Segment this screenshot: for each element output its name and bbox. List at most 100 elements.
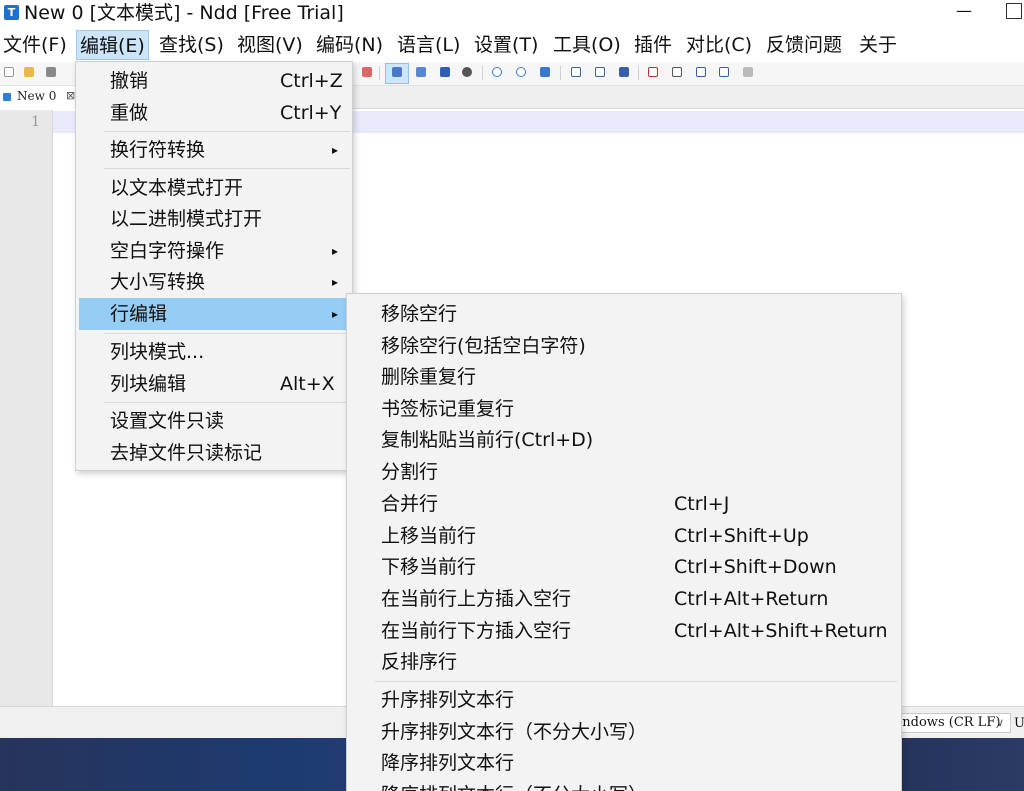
menu-item-label: 换行符转换 xyxy=(110,139,206,161)
menu-item-undo[interactable]: 撤销 Ctrl+Z xyxy=(76,65,352,97)
menu-settings[interactable]: 设置(T) xyxy=(471,30,541,60)
menu-item-remove-empty-lines[interactable]: 移除空行 xyxy=(347,298,901,330)
menu-item-duplicate-line[interactable]: 复制粘贴当前行(Ctrl+D) xyxy=(347,424,901,456)
menu-item-sort-desc[interactable]: 降序排列文本行 xyxy=(347,747,901,779)
menu-item-set-readonly[interactable]: 设置文件只读 xyxy=(76,405,352,437)
menu-item-label: 下移当前行 xyxy=(381,556,477,578)
split-view-icon[interactable] xyxy=(595,67,605,77)
menu-item-case-convert[interactable]: 大小写转换 ▸ xyxy=(76,266,352,298)
maximize-button[interactable] xyxy=(1006,3,1022,19)
menu-item-column-edit[interactable]: 列块编辑 Alt+X xyxy=(76,368,352,400)
menu-feedback[interactable]: 反馈问题 xyxy=(763,30,845,60)
menu-item-sort-desc-ci[interactable]: 降序排列文本行（不分大小写） xyxy=(347,779,901,791)
menu-item-label: 降序排列文本行（不分大小写） xyxy=(381,779,647,791)
line-edit-submenu: 移除空行 移除空行(包括空白字符) 删除重复行 书签标记重复行 复制粘贴当前行(… xyxy=(346,293,902,791)
submenu-arrow-icon: ▸ xyxy=(332,275,339,289)
open-folder-icon[interactable] xyxy=(24,67,34,77)
menu-item-label: 大小写转换 xyxy=(110,271,206,293)
menu-separator xyxy=(104,333,350,334)
menu-item-open-binary-mode[interactable]: 以二进制模式打开 xyxy=(76,203,352,235)
window-title: New 0 [文本模式] - Ndd [Free Trial] xyxy=(24,2,344,24)
shortcut-label: Ctrl+Shift+Up xyxy=(674,525,809,547)
tab-new-0[interactable]: New 0 ⊠ xyxy=(0,86,80,109)
find-icon[interactable] xyxy=(362,67,372,77)
menu-item-label: 移除空行(包括空白字符) xyxy=(381,335,586,357)
menu-item-eol-convert[interactable]: 换行符转换 ▸ xyxy=(76,134,352,166)
menu-item-label: 列块编辑 xyxy=(110,373,187,395)
shortcut-label: Alt+X xyxy=(280,373,335,395)
menu-item-open-text-mode[interactable]: 以文本模式打开 xyxy=(76,172,352,204)
column-view-icon[interactable] xyxy=(571,67,581,77)
menu-item-sort-asc-ci[interactable]: 升序排列文本行（不分大小写） xyxy=(347,716,901,748)
indent-guide-icon[interactable] xyxy=(440,67,450,77)
sync-scroll-icon[interactable] xyxy=(540,67,550,77)
menu-search[interactable]: 查找(S) xyxy=(156,30,227,60)
play-macro-icon[interactable] xyxy=(696,67,706,77)
menu-about[interactable]: 关于 xyxy=(856,30,900,60)
show-symbols-icon[interactable] xyxy=(416,67,426,77)
menu-edit[interactable]: 编辑(E) xyxy=(76,30,149,60)
menu-item-blank-ops[interactable]: 空白字符操作 ▸ xyxy=(76,235,352,267)
menu-bar: 文件(F) 编辑(E) 查找(S) 视图(V) 编码(N) 语言(L) 设置(T… xyxy=(0,28,1024,62)
menu-item-label: 列块模式... xyxy=(110,341,205,363)
shortcut-label: Ctrl+Z xyxy=(280,70,343,92)
tab-close-icon[interactable]: ⊠ xyxy=(66,89,75,102)
menu-item-label: 空白字符操作 xyxy=(110,240,225,262)
menu-separator xyxy=(104,402,350,403)
tab-label: New 0 xyxy=(17,89,57,103)
menu-item-split-line[interactable]: 分割行 xyxy=(347,456,901,488)
menu-item-bookmark-duplicates[interactable]: 书签标记重复行 xyxy=(347,393,901,425)
menu-plugins[interactable]: 插件 xyxy=(631,30,675,60)
save-macro-icon[interactable] xyxy=(743,67,753,77)
submenu-arrow-icon: ▸ xyxy=(332,307,339,321)
monitor-icon[interactable] xyxy=(619,67,629,77)
menu-encoding[interactable]: 编码(N) xyxy=(313,30,386,60)
record-macro-icon[interactable] xyxy=(648,67,658,77)
menu-item-line-edit[interactable]: 行编辑 ▸ xyxy=(79,298,349,330)
menu-language[interactable]: 语言(L) xyxy=(394,30,463,60)
edit-menu: 撤销 Ctrl+Z 重做 Ctrl+Y 换行符转换 ▸ 以文本模式打开 以二进制… xyxy=(75,61,353,471)
menu-tools[interactable]: 工具(O) xyxy=(550,30,624,60)
menu-item-join-lines[interactable]: 合并行 Ctrl+J xyxy=(347,488,901,520)
encoding-indicator[interactable]: U xyxy=(1014,716,1024,731)
stop-macro-icon[interactable] xyxy=(672,67,682,77)
app-logo-icon: T xyxy=(4,5,19,20)
eol-format-select[interactable]: Windows (CR LF) xyxy=(901,713,1011,733)
file-icon xyxy=(3,93,11,101)
settings-gear-icon[interactable] xyxy=(462,67,472,77)
minimize-button[interactable]: — xyxy=(952,0,976,24)
menu-item-label: 重做 xyxy=(110,102,149,124)
zoom-out-icon[interactable] xyxy=(492,67,502,77)
menu-separator xyxy=(104,131,350,132)
menu-separator xyxy=(104,168,350,169)
submenu-arrow-icon: ▸ xyxy=(332,143,339,157)
menu-item-label: 分割行 xyxy=(381,461,439,483)
menu-item-sort-asc[interactable]: 升序排列文本行 xyxy=(347,684,901,716)
line-number: 1 xyxy=(31,114,40,130)
menu-item-insert-blank-above[interactable]: 在当前行上方插入空行 Ctrl+Alt+Return xyxy=(347,583,901,615)
menu-compare[interactable]: 对比(C) xyxy=(683,30,755,60)
menu-item-label: 复制粘贴当前行(Ctrl+D) xyxy=(381,429,594,451)
new-file-icon[interactable] xyxy=(4,67,14,77)
menu-item-column-mode[interactable]: 列块模式... xyxy=(76,336,352,368)
menu-item-redo[interactable]: 重做 Ctrl+Y xyxy=(76,97,352,129)
menu-item-delete-duplicate-lines[interactable]: 删除重复行 xyxy=(347,361,901,393)
menu-item-remove-readonly[interactable]: 去掉文件只读标记 xyxy=(76,437,352,469)
menu-item-label: 以文本模式打开 xyxy=(110,177,244,199)
menu-item-reverse-lines[interactable]: 反排序行 xyxy=(347,646,901,678)
chevron-down-icon[interactable]: ∨ xyxy=(996,716,1004,729)
save-icon[interactable] xyxy=(46,67,56,77)
menu-item-remove-blank-lines[interactable]: 移除空行(包括空白字符) xyxy=(347,330,901,362)
menu-view[interactable]: 视图(V) xyxy=(234,30,306,60)
run-macro-multiple-icon[interactable] xyxy=(719,67,729,77)
menu-item-move-line-up[interactable]: 上移当前行 Ctrl+Shift+Up xyxy=(347,520,901,552)
shortcut-label: Ctrl+Y xyxy=(280,102,342,124)
menu-item-move-line-down[interactable]: 下移当前行 Ctrl+Shift+Down xyxy=(347,551,901,583)
zoom-in-icon[interactable] xyxy=(516,67,526,77)
menu-item-label: 书签标记重复行 xyxy=(381,398,515,420)
menu-item-insert-blank-below[interactable]: 在当前行下方插入空行 Ctrl+Alt+Shift+Return xyxy=(347,615,901,647)
menu-item-label: 以二进制模式打开 xyxy=(110,208,263,230)
menu-item-label: 撤销 xyxy=(110,70,149,92)
menu-file[interactable]: 文件(F) xyxy=(0,30,70,60)
menu-item-label: 降序排列文本行 xyxy=(381,752,515,774)
